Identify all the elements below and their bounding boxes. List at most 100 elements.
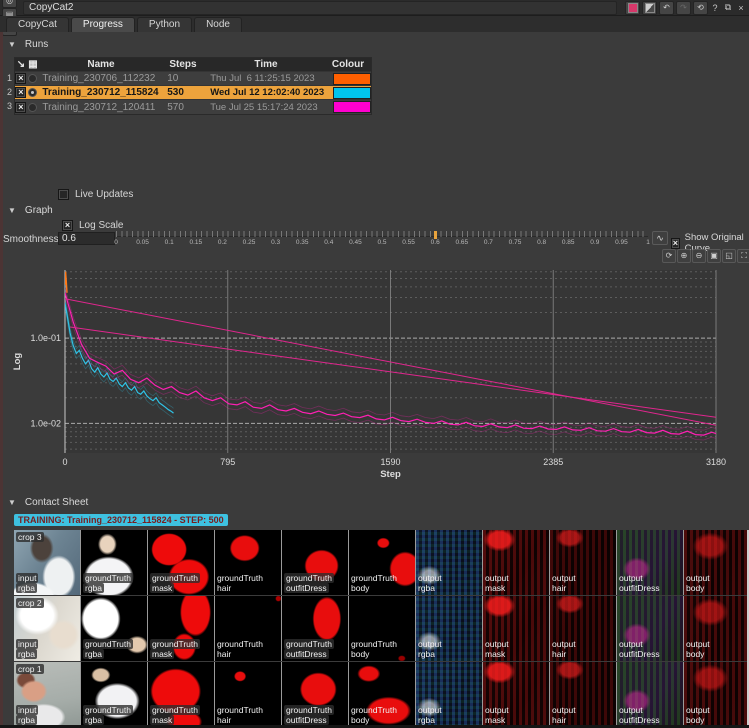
slider-handle[interactable] xyxy=(434,231,437,239)
thumbnail-groundTruth-mask: groundTruthmask xyxy=(148,596,214,661)
thumbnail-label: groundTruthrgba xyxy=(83,705,133,725)
node-color-swatch-button[interactable] xyxy=(625,1,640,15)
crop-label: crop 2 xyxy=(16,598,44,608)
curve-icon: ∿ xyxy=(656,233,664,244)
svg-text:Step: Step xyxy=(380,469,401,480)
column-header-name: Name xyxy=(39,59,163,70)
undo-button[interactable]: ↶ xyxy=(659,1,674,15)
live-updates-label: Live Updates xyxy=(75,189,133,200)
thumbnail-label: outputhair xyxy=(552,705,576,725)
float-panel-button[interactable]: ⧉ xyxy=(722,2,734,14)
column-header-colour: Colour xyxy=(329,59,367,70)
thumbnail-groundTruth-outfitDress: groundTruthoutfitDress xyxy=(282,530,348,595)
contact-sheet-row: crop 3inputrgbagroundTruthrgbagroundTrut… xyxy=(14,530,747,595)
run-row-Training_230712_115824[interactable]: ×Training_230712_115824530Wed Jul 12 12:… xyxy=(15,86,371,100)
redo-button[interactable]: ↷ xyxy=(676,1,691,15)
tab-progress[interactable]: Progress xyxy=(71,17,135,32)
center-node-button[interactable]: ◎ xyxy=(2,0,17,8)
tab-copycat[interactable]: CopyCat xyxy=(6,17,69,32)
run-time: Wed Jul 12 12:02:40 2023 xyxy=(206,87,333,98)
expand-button[interactable]: ⛶ xyxy=(737,249,749,263)
revert-icon: ⟲ xyxy=(697,4,704,12)
run-row-number: 1 xyxy=(2,71,12,85)
thumbnail-groundTruth-mask: groundTruthmask xyxy=(148,662,214,725)
graph-column-icon: ↘ xyxy=(15,59,27,70)
curve-editor-button[interactable]: ∿ xyxy=(652,231,668,245)
runs-table: ↘▦NameStepsTimeColour×Training_230706_11… xyxy=(14,57,372,115)
runs-section-header: ▼ Runs xyxy=(8,39,48,50)
contact-sheet-section-label: Contact Sheet xyxy=(25,497,88,508)
redo-icon: ↷ xyxy=(680,4,687,12)
collapse-triangle-icon[interactable]: ▼ xyxy=(8,40,16,49)
runs-table-header: ↘▦NameStepsTimeColour xyxy=(15,58,371,72)
svg-text:1.0e-02: 1.0e-02 xyxy=(30,418,61,428)
loss-graph[interactable]: 07951590238531801.0e-011.0e-02StepLog xyxy=(0,264,749,482)
thumbnail-label: groundTruthbody xyxy=(351,705,397,725)
help-button[interactable]: ? xyxy=(709,2,721,14)
run-select-radio[interactable] xyxy=(28,88,37,97)
thumbnail-output-mask: outputmask xyxy=(483,596,549,661)
thumbnail-output-hair: outputhair xyxy=(550,662,616,725)
svg-text:2385: 2385 xyxy=(543,457,563,467)
live-updates-control: Live Updates xyxy=(58,189,133,200)
tab-node[interactable]: Node xyxy=(194,17,242,32)
thumbnail-label: outputhair xyxy=(552,639,576,659)
thumbnail-groundTruth-body: groundTruthbody xyxy=(349,530,415,595)
thumbnail-groundTruth-hair: groundTruthhair xyxy=(215,662,281,725)
slider-tick-label: 0.95 xyxy=(615,239,628,246)
thumbnail-label: outputrgba xyxy=(418,705,442,725)
run-visible-checkbox[interactable]: × xyxy=(15,73,26,84)
thumbnail-label: outputoutfitDress xyxy=(619,639,660,659)
zoom-out-button[interactable]: ⊖ xyxy=(692,249,706,263)
refresh-button[interactable]: ⟳ xyxy=(662,249,676,263)
smoothness-input[interactable]: 0.6 xyxy=(58,232,115,245)
thumbnail-label: groundTruthhair xyxy=(217,573,263,593)
zoom-in-icon: ⊕ xyxy=(681,252,688,260)
slider-tick-label: 0 xyxy=(114,239,118,246)
log-scale-checkbox[interactable]: × xyxy=(62,220,73,231)
collapse-triangle-icon[interactable]: ▼ xyxy=(8,206,16,215)
run-visible-checkbox[interactable]: × xyxy=(15,87,26,98)
run-colour-swatch[interactable] xyxy=(333,73,371,85)
show-original-curve-checkbox[interactable]: × xyxy=(671,238,680,249)
run-select-radio[interactable] xyxy=(28,74,37,83)
zoom-in-button[interactable]: ⊕ xyxy=(677,249,691,263)
run-select-radio[interactable] xyxy=(28,103,37,112)
slider-tick-label: 0.8 xyxy=(537,239,546,246)
contact-sheet-row: crop 2inputrgbagroundTruthrgbagroundTrut… xyxy=(14,596,747,661)
run-row-Training_230712_120411[interactable]: ×Training_230712_120411570Tue Jul 25 15:… xyxy=(15,100,371,114)
slider-tick-label: 0.2 xyxy=(218,239,227,246)
refresh-icon: ⟳ xyxy=(666,252,673,260)
slider-tick-label: 0.85 xyxy=(562,239,575,246)
thumbnail-label: groundTruthmask xyxy=(150,639,200,659)
run-row-Training_230706_112232[interactable]: ×Training_230706_11223210Thu Jul 6 11:25… xyxy=(15,72,371,86)
live-updates-checkbox[interactable] xyxy=(58,189,69,200)
thumbnail-groundTruth-body: groundTruthbody xyxy=(349,596,415,661)
slider-tick-label: 0.4 xyxy=(324,239,333,246)
tab-python[interactable]: Python xyxy=(137,17,192,32)
run-time: Tue Jul 25 15:17:24 2023 xyxy=(206,102,333,113)
thumbnail-label: groundTruthbody xyxy=(351,639,397,659)
thumbnail-output-outfitDress: outputoutfitDress xyxy=(617,662,683,725)
frame-all-button[interactable]: ◱ xyxy=(722,249,736,263)
thumbnail-label: outputmask xyxy=(485,573,509,593)
run-visible-checkbox[interactable]: × xyxy=(15,102,26,113)
thumbnail-label: groundTruthhair xyxy=(217,639,263,659)
close-button[interactable]: × xyxy=(735,2,747,14)
thumbnail-label: outputbody xyxy=(686,639,710,659)
slider-tick-label: 0.6 xyxy=(431,239,440,246)
thumbnail-label: outputoutfitDress xyxy=(619,573,660,593)
thumbnail-label: outputrgba xyxy=(418,639,442,659)
node-name-field[interactable]: CopyCat2 xyxy=(23,1,617,15)
thumbnail-input-rgba: crop 2inputrgba xyxy=(14,596,80,661)
frame-selected-button[interactable]: ▣ xyxy=(707,249,721,263)
smoothness-slider[interactable]: 00.050.10.150.20.250.30.350.40.450.50.55… xyxy=(116,231,648,248)
gl-color-swatch-button[interactable] xyxy=(642,1,657,15)
run-colour-swatch[interactable] xyxy=(333,87,371,99)
collapse-triangle-icon[interactable]: ▼ xyxy=(8,498,16,507)
svg-text:1.0e-01: 1.0e-01 xyxy=(30,333,61,343)
crop-label: crop 1 xyxy=(16,664,44,674)
revert-button[interactable]: ⟲ xyxy=(693,1,708,15)
thumbnail-groundTruth-rgba: groundTruthrgba xyxy=(81,662,147,725)
run-colour-swatch[interactable] xyxy=(333,101,371,113)
